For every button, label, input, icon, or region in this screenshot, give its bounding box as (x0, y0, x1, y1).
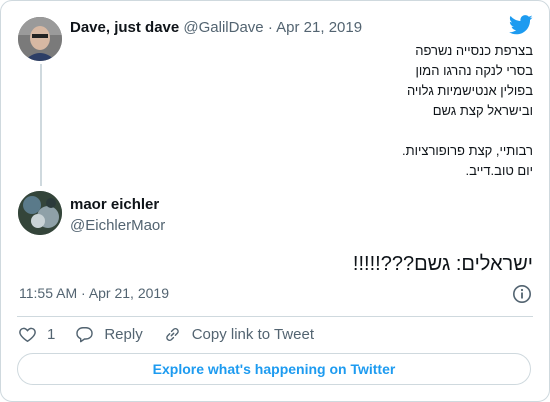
tweet-body: ישראלים: גשם???!!!!! (352, 253, 533, 275)
tweet-date[interactable]: Apr 21, 2019 (89, 285, 169, 301)
twitter-bird-icon[interactable] (509, 15, 533, 35)
display-name[interactable]: Dave, just dave (70, 19, 179, 36)
tweet-line: בפולין אנטישמיות גלויה (406, 83, 533, 98)
info-icon[interactable] (512, 284, 532, 304)
tweet-line: בצרפת כנסייה נשרפה (415, 43, 533, 58)
heart-icon (19, 327, 36, 342)
reply-button[interactable]: Reply (75, 325, 143, 344)
reply-bubble-icon (76, 326, 94, 342)
embedded-tweet-card: Dave, just dave @GalilDave · Apr 21, 201… (0, 0, 550, 402)
like-button[interactable]: 1 (18, 325, 55, 344)
tweet-body: בצרפת כנסייה נשרפה בסרי לנקה נהרגו המון … (153, 41, 533, 181)
explore-button[interactable]: Explore what's happening on Twitter (17, 353, 531, 385)
link-icon (165, 327, 179, 341)
reply-label: Reply (104, 325, 143, 343)
avatar[interactable] (18, 191, 62, 235)
handle[interactable]: @EichlerMaor (70, 217, 165, 234)
display-name[interactable]: maor eichler (70, 196, 159, 213)
tweet-actions: 1 Reply Copy link to Tweet (18, 323, 334, 345)
tweet-timestamp[interactable]: 11:55 AM · Apr 21, 2019 (19, 285, 169, 301)
avatar[interactable] (18, 17, 62, 61)
tweet-time[interactable]: 11:55 AM (19, 285, 77, 301)
tweet-line: ובישראל קצת גשם (432, 103, 533, 118)
handle[interactable]: @GalilDave (183, 19, 263, 36)
like-count: 1 (47, 325, 56, 343)
tweet-header: Dave, just dave @GalilDave · Apr 21, 201… (70, 19, 362, 36)
copy-link-label: Copy link to Tweet (191, 325, 314, 343)
tweet-date[interactable]: Apr 21, 2019 (276, 19, 362, 36)
tweet-line: בסרי לנקה נהרגו המון (415, 63, 533, 78)
separator: · (81, 285, 86, 301)
divider (17, 316, 533, 317)
separator: · (267, 19, 273, 36)
tweet-line: רבותיי, קצת פרופורציות. (402, 143, 533, 158)
thread-connector-line (40, 64, 42, 186)
tweet-line: יום טוב.דייב. (465, 163, 533, 178)
copy-link-button[interactable]: Copy link to Tweet (163, 325, 314, 344)
